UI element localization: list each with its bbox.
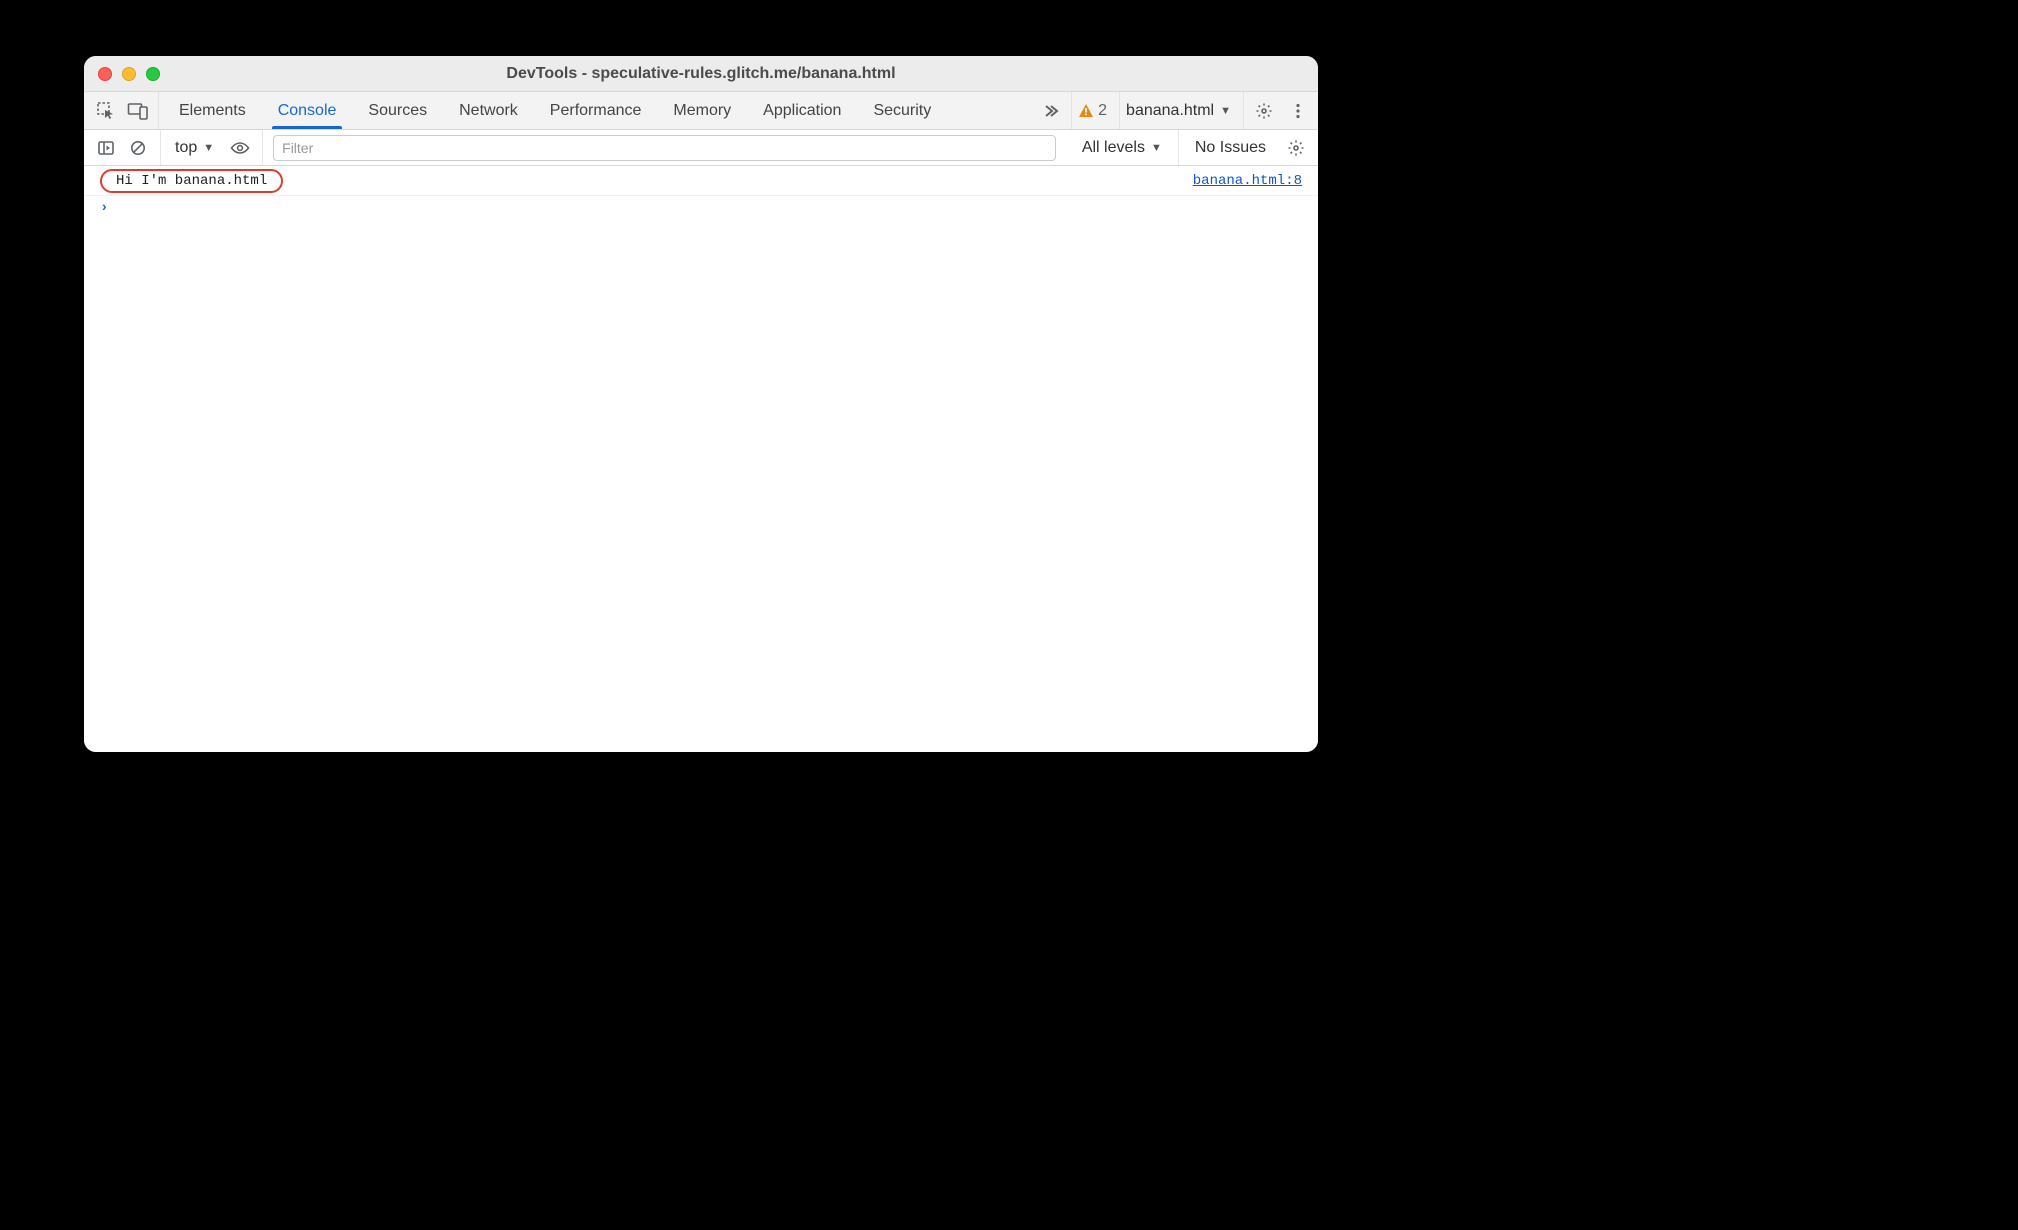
tab-sources[interactable]: Sources bbox=[352, 92, 443, 129]
tab-performance[interactable]: Performance bbox=[534, 92, 658, 129]
titlebar: DevTools - speculative-rules.glitch.me/b… bbox=[84, 56, 1318, 92]
console-log-message: Hi I'm banana.html bbox=[100, 169, 283, 193]
tab-label: Network bbox=[459, 102, 518, 120]
tab-label: Memory bbox=[673, 102, 731, 120]
tab-label: Performance bbox=[550, 102, 642, 120]
tab-label: Sources bbox=[368, 102, 427, 120]
devtools-tabs-row: Elements Console Sources Network Perform… bbox=[84, 92, 1318, 130]
chevron-down-icon: ▼ bbox=[1220, 105, 1231, 117]
more-tabs-icon[interactable] bbox=[1037, 97, 1065, 125]
tabs-left-icons bbox=[84, 92, 159, 129]
console-log-source-link[interactable]: banana.html:8 bbox=[1193, 173, 1302, 189]
device-toolbar-icon[interactable] bbox=[124, 97, 152, 125]
tab-label: Console bbox=[278, 102, 337, 120]
tab-label: Security bbox=[873, 102, 931, 120]
console-toolbar-left bbox=[92, 130, 161, 165]
console-output[interactable]: Hi I'm banana.html banana.html:8 › bbox=[84, 166, 1318, 752]
log-levels-select[interactable]: All levels ▼ bbox=[1074, 139, 1170, 157]
clear-console-icon[interactable] bbox=[124, 134, 152, 162]
console-toolbar: top ▼ All levels ▼ No Issues bbox=[84, 130, 1318, 166]
context-group: top ▼ bbox=[167, 130, 263, 165]
context-label: top bbox=[175, 139, 197, 157]
execution-context-select[interactable]: top ▼ bbox=[167, 139, 222, 157]
issues-label: No Issues bbox=[1195, 139, 1266, 156]
settings-icon[interactable] bbox=[1250, 97, 1278, 125]
console-sidebar-toggle-icon[interactable] bbox=[92, 134, 120, 162]
console-settings-icon[interactable] bbox=[1282, 134, 1310, 162]
filter-input[interactable] bbox=[273, 135, 1056, 161]
window-minimize-button[interactable] bbox=[122, 67, 136, 81]
devtools-tabs: Elements Console Sources Network Perform… bbox=[159, 92, 1037, 129]
levels-group: All levels ▼ bbox=[1066, 130, 1179, 165]
target-select[interactable]: banana.html ▼ bbox=[1119, 92, 1237, 129]
levels-label: All levels bbox=[1082, 139, 1145, 157]
tab-label: Application bbox=[763, 102, 841, 120]
prompt-caret-icon: › bbox=[100, 200, 108, 216]
live-expression-icon[interactable] bbox=[226, 134, 254, 162]
console-log-row: Hi I'm banana.html banana.html:8 bbox=[84, 166, 1318, 196]
console-prompt[interactable]: › bbox=[84, 196, 1318, 220]
kebab-menu-icon[interactable] bbox=[1284, 97, 1312, 125]
tab-network[interactable]: Network bbox=[443, 92, 534, 129]
warning-icon bbox=[1078, 103, 1094, 119]
tab-security[interactable]: Security bbox=[857, 92, 947, 129]
tabs-right: 2 banana.html ▼ bbox=[1037, 92, 1318, 129]
tab-application[interactable]: Application bbox=[747, 92, 857, 129]
window-close-button[interactable] bbox=[98, 67, 112, 81]
traffic-lights bbox=[84, 67, 160, 81]
tab-memory[interactable]: Memory bbox=[657, 92, 747, 129]
window-maximize-button[interactable] bbox=[146, 67, 160, 81]
tab-console[interactable]: Console bbox=[262, 92, 353, 129]
chevron-down-icon: ▼ bbox=[1151, 142, 1162, 154]
tab-elements[interactable]: Elements bbox=[163, 92, 262, 129]
warning-count-value: 2 bbox=[1098, 102, 1107, 120]
issues-button[interactable]: No Issues bbox=[1185, 139, 1276, 157]
target-label: banana.html bbox=[1126, 102, 1214, 120]
devtools-window: DevTools - speculative-rules.glitch.me/b… bbox=[84, 56, 1318, 752]
warning-count[interactable]: 2 bbox=[1071, 92, 1113, 129]
filter-group bbox=[269, 135, 1060, 161]
chevron-down-icon: ▼ bbox=[203, 142, 214, 154]
tab-label: Elements bbox=[179, 102, 246, 120]
window-title: DevTools - speculative-rules.glitch.me/b… bbox=[84, 65, 1318, 83]
inspect-element-icon[interactable] bbox=[92, 97, 120, 125]
separator bbox=[1243, 92, 1244, 129]
